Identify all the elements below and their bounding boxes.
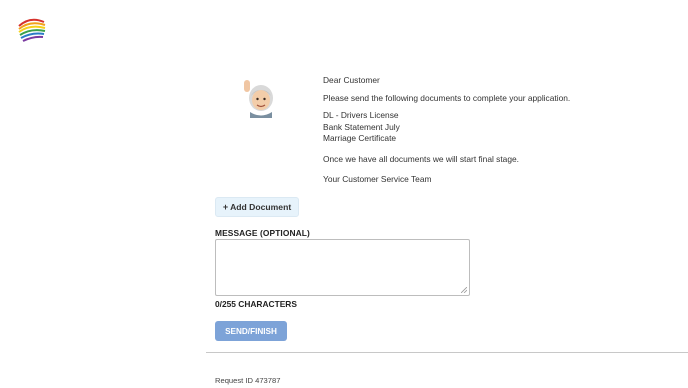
add-document-button[interactable]: + Add Document: [215, 197, 299, 217]
plus-icon: +: [222, 202, 229, 212]
company-logo: [16, 14, 48, 46]
message-textarea[interactable]: [215, 239, 470, 296]
resize-grip-icon[interactable]: [461, 287, 467, 293]
add-document-label: Add Document: [230, 202, 292, 212]
message-label: MESSAGE (OPTIONAL): [215, 228, 310, 238]
greeting-text: Dear Customer: [323, 75, 380, 85]
signature-text: Your Customer Service Team: [323, 173, 432, 184]
character-counter: 0/255 CHARACTERS: [215, 299, 297, 309]
document-item: Bank Statement July: [323, 121, 400, 132]
send-finish-button[interactable]: SEND/FINISH: [215, 321, 287, 341]
document-item: DL - Drivers License: [323, 110, 399, 120]
footer-divider: [206, 352, 688, 353]
request-id: Request ID 473787: [215, 376, 281, 385]
document-list: DL - Drivers License Bank Statement July…: [323, 110, 653, 145]
intro-text: Please send the following documents to c…: [323, 93, 571, 103]
document-item: Marriage Certificate: [323, 133, 397, 143]
closing-text: Once we have all documents we will start…: [323, 153, 519, 164]
waving-avatar-icon: [240, 78, 278, 118]
message-letter: Dear Customer Please send the following …: [323, 74, 653, 185]
